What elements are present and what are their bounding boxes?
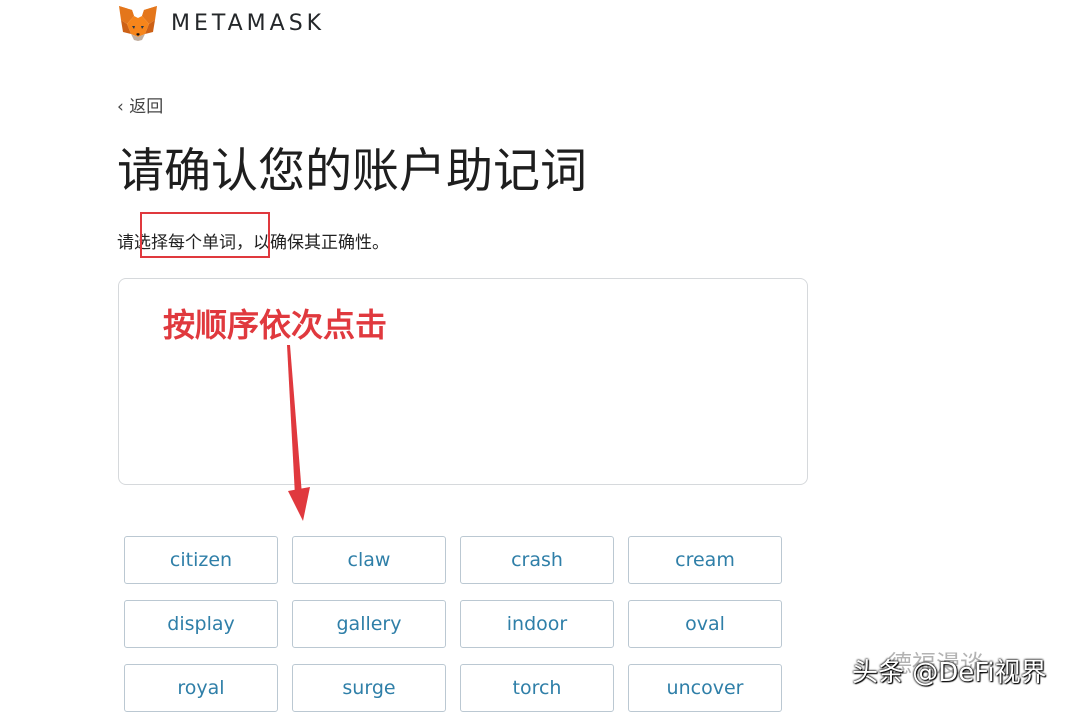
- annotation-text: 按顺序依次点击: [163, 306, 388, 344]
- word-button-indoor[interactable]: indoor: [460, 600, 614, 648]
- word-grid: citizen claw crash cream display gallery…: [124, 536, 782, 712]
- word-button-royal[interactable]: royal: [124, 664, 278, 712]
- logo[interactable]: METAMASK: [117, 4, 325, 42]
- word-button-display[interactable]: display: [124, 600, 278, 648]
- logo-text: METAMASK: [171, 10, 326, 36]
- word-button-torch[interactable]: torch: [460, 664, 614, 712]
- word-button-gallery[interactable]: gallery: [292, 600, 446, 648]
- word-button-uncover[interactable]: uncover: [628, 664, 782, 712]
- word-button-surge[interactable]: surge: [292, 664, 446, 712]
- metamask-fox-icon: [119, 6, 157, 41]
- watermark-text: 头条 @DeFi视界: [852, 658, 1047, 688]
- annotation-highlight-box: [140, 212, 270, 258]
- word-button-citizen[interactable]: citizen: [124, 536, 278, 584]
- word-button-crash[interactable]: crash: [460, 536, 614, 584]
- watermark: 头条 @DeFi视界: [852, 652, 1047, 689]
- word-button-oval[interactable]: oval: [628, 600, 782, 648]
- word-button-claw[interactable]: claw: [292, 536, 446, 584]
- annotation-arrow-icon: [287, 345, 310, 521]
- word-button-cream[interactable]: cream: [628, 536, 782, 584]
- back-link[interactable]: ‹ 返回: [117, 92, 163, 117]
- page-title: 请确认您的账户助记词: [117, 144, 587, 199]
- page: METAMASK ‹ 返回 请确认您的账户助记词 请选择每个单词，以确保其正确性…: [0, 0, 1080, 715]
